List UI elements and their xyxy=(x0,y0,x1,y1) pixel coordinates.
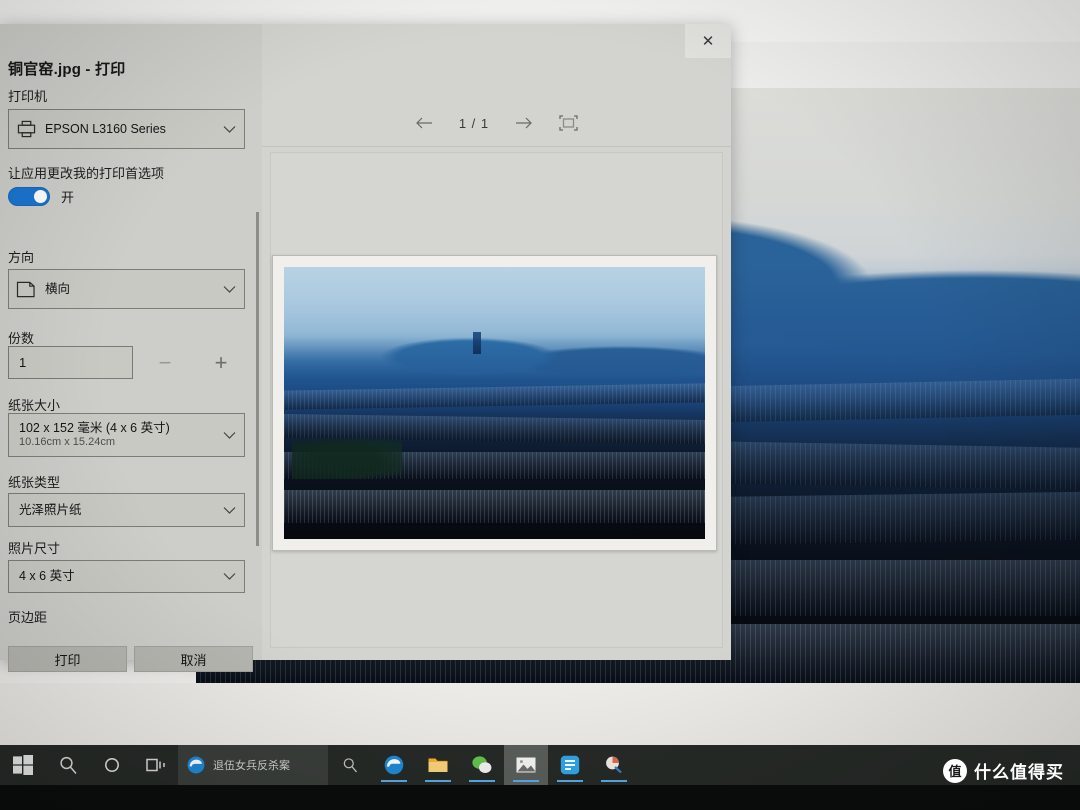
printer-icon xyxy=(9,120,43,138)
previous-page-icon[interactable] xyxy=(415,116,433,130)
edge-icon xyxy=(187,756,205,774)
news-search-button[interactable] xyxy=(328,756,372,774)
toolbar-divider xyxy=(262,146,731,147)
misc-app-icon xyxy=(606,756,622,774)
paper-type-label: 纸张类型 xyxy=(8,475,61,490)
photos-app-bottom-bar xyxy=(0,628,1080,745)
orientation-value: 横向 xyxy=(45,281,71,296)
task-view-icon xyxy=(146,758,165,772)
copies-label: 份数 xyxy=(8,331,35,346)
dialog-title: 铜官窑.jpg - 打印 xyxy=(8,61,126,78)
chevron-down-icon xyxy=(214,572,244,581)
roof-band xyxy=(284,382,705,410)
preview-photo xyxy=(284,267,705,539)
app-running-underline xyxy=(381,780,407,782)
copies-decrement-button[interactable]: − xyxy=(148,346,182,379)
cortana-circle-icon xyxy=(105,758,119,772)
photos-icon xyxy=(516,757,536,773)
next-page-icon[interactable] xyxy=(515,116,533,130)
app-running-underline xyxy=(513,780,539,782)
watermark-logo: 值 xyxy=(943,758,967,783)
taskbar-app-misc[interactable] xyxy=(592,745,636,785)
chevron-down-icon xyxy=(214,285,244,294)
start-button[interactable] xyxy=(0,745,46,785)
orientation-label: 方向 xyxy=(8,250,35,265)
photo-size-select[interactable]: 4 x 6 英寸 xyxy=(8,560,245,593)
paper-size-select[interactable]: 102 x 152 毫米 (4 x 6 英寸) 10.16cm x 15.24c… xyxy=(8,413,245,457)
file-explorer-icon xyxy=(428,758,448,772)
copies-increment-button[interactable]: + xyxy=(204,346,238,379)
paper-type-value: 光泽照片纸 xyxy=(19,502,82,517)
paper-type-select[interactable]: 光泽照片纸 xyxy=(8,493,245,527)
chevron-down-icon xyxy=(214,506,244,515)
taskbar-app-edge[interactable] xyxy=(372,745,416,785)
toggle-knob xyxy=(34,190,47,203)
printer-label: 打印机 xyxy=(8,89,48,104)
print-dialog: ✕ 1 / 1 铜官窑.jpg - 打印 打印机 EPSON L3160 Ser… xyxy=(0,24,731,672)
screen-photo: ✕ 1 / 1 铜官窑.jpg - 打印 打印机 EPSON L3160 Ser… xyxy=(0,0,1080,810)
margins-label: 页边距 xyxy=(8,610,48,625)
page-indicator: 1 / 1 xyxy=(458,115,490,131)
settings-scrollbar[interactable] xyxy=(256,212,259,546)
windows-start-icon xyxy=(13,755,33,775)
chevron-down-icon xyxy=(214,431,244,440)
paper-size-subtext: 10.16cm x 15.24cm xyxy=(19,436,115,449)
tree-cluster xyxy=(292,435,402,480)
app-running-underline xyxy=(557,780,583,782)
task-view-button[interactable] xyxy=(134,745,178,785)
preview-toolbar: 1 / 1 xyxy=(262,100,731,146)
copies-input[interactable]: 1 xyxy=(8,346,133,379)
pagoda-tower xyxy=(473,332,482,355)
orientation-select[interactable]: 横向 xyxy=(8,269,245,309)
search-icon xyxy=(60,756,77,774)
paper-size-value-wrap: 102 x 152 毫米 (4 x 6 英寸) 10.16cm x 15.24c… xyxy=(9,421,214,450)
taskbar-app-wechat[interactable] xyxy=(460,745,504,785)
paper-size-value: 102 x 152 毫米 (4 x 6 英寸) xyxy=(19,420,170,435)
preferences-toggle-row: 开 xyxy=(8,187,74,206)
news-headline: 退伍女兵反杀案 xyxy=(213,760,290,772)
close-button[interactable]: ✕ xyxy=(685,24,731,58)
cancel-button[interactable]: 取消 xyxy=(134,646,253,672)
print-preview-pane: ✕ 1 / 1 xyxy=(262,24,731,660)
edge-icon xyxy=(384,755,404,775)
landscape-page-icon xyxy=(9,281,43,298)
preferences-label: 让应用更改我的打印首选项 xyxy=(8,166,165,181)
blue-app-icon xyxy=(560,755,580,775)
toggle-state-label: 开 xyxy=(61,190,75,205)
watermark-text: 什么值得买 xyxy=(974,763,1064,782)
chevron-down-icon xyxy=(214,125,244,134)
preview-area xyxy=(270,152,723,648)
taskbar-app-file-explorer[interactable] xyxy=(416,745,460,785)
preferences-toggle[interactable] xyxy=(8,187,50,206)
paper-size-label: 纸张大小 xyxy=(8,398,61,413)
app-running-underline xyxy=(601,780,627,782)
search-button[interactable] xyxy=(46,745,90,785)
print-button[interactable]: 打印 xyxy=(8,646,127,672)
preview-paper xyxy=(272,255,717,551)
taskbar-app-photos[interactable] xyxy=(504,745,548,785)
monitor-bottom-bezel xyxy=(0,785,1080,810)
news-widget[interactable]: 退伍女兵反杀案 xyxy=(178,745,328,785)
app-running-underline xyxy=(469,780,495,782)
printer-select[interactable]: EPSON L3160 Series xyxy=(8,109,245,149)
search-icon xyxy=(343,758,358,773)
taskbar-app-blue[interactable] xyxy=(548,745,592,785)
printer-value: EPSON L3160 Series xyxy=(45,121,166,136)
cortana-button[interactable] xyxy=(90,745,134,785)
roof-band xyxy=(284,490,705,523)
photo-size-label: 照片尺寸 xyxy=(8,541,61,556)
app-running-underline xyxy=(425,780,451,782)
watermark: 值 什么值得买 xyxy=(943,758,1064,783)
taskbar: 退伍女兵反杀案 xyxy=(0,745,1080,785)
photo-size-value: 4 x 6 英寸 xyxy=(19,569,75,584)
dialog-button-row: 打印 取消 xyxy=(8,646,253,672)
wechat-icon xyxy=(472,756,492,773)
fit-to-page-icon[interactable] xyxy=(559,115,578,131)
print-settings-pane: 铜官窑.jpg - 打印 打印机 EPSON L3160 Series 让应用更… xyxy=(0,24,262,672)
